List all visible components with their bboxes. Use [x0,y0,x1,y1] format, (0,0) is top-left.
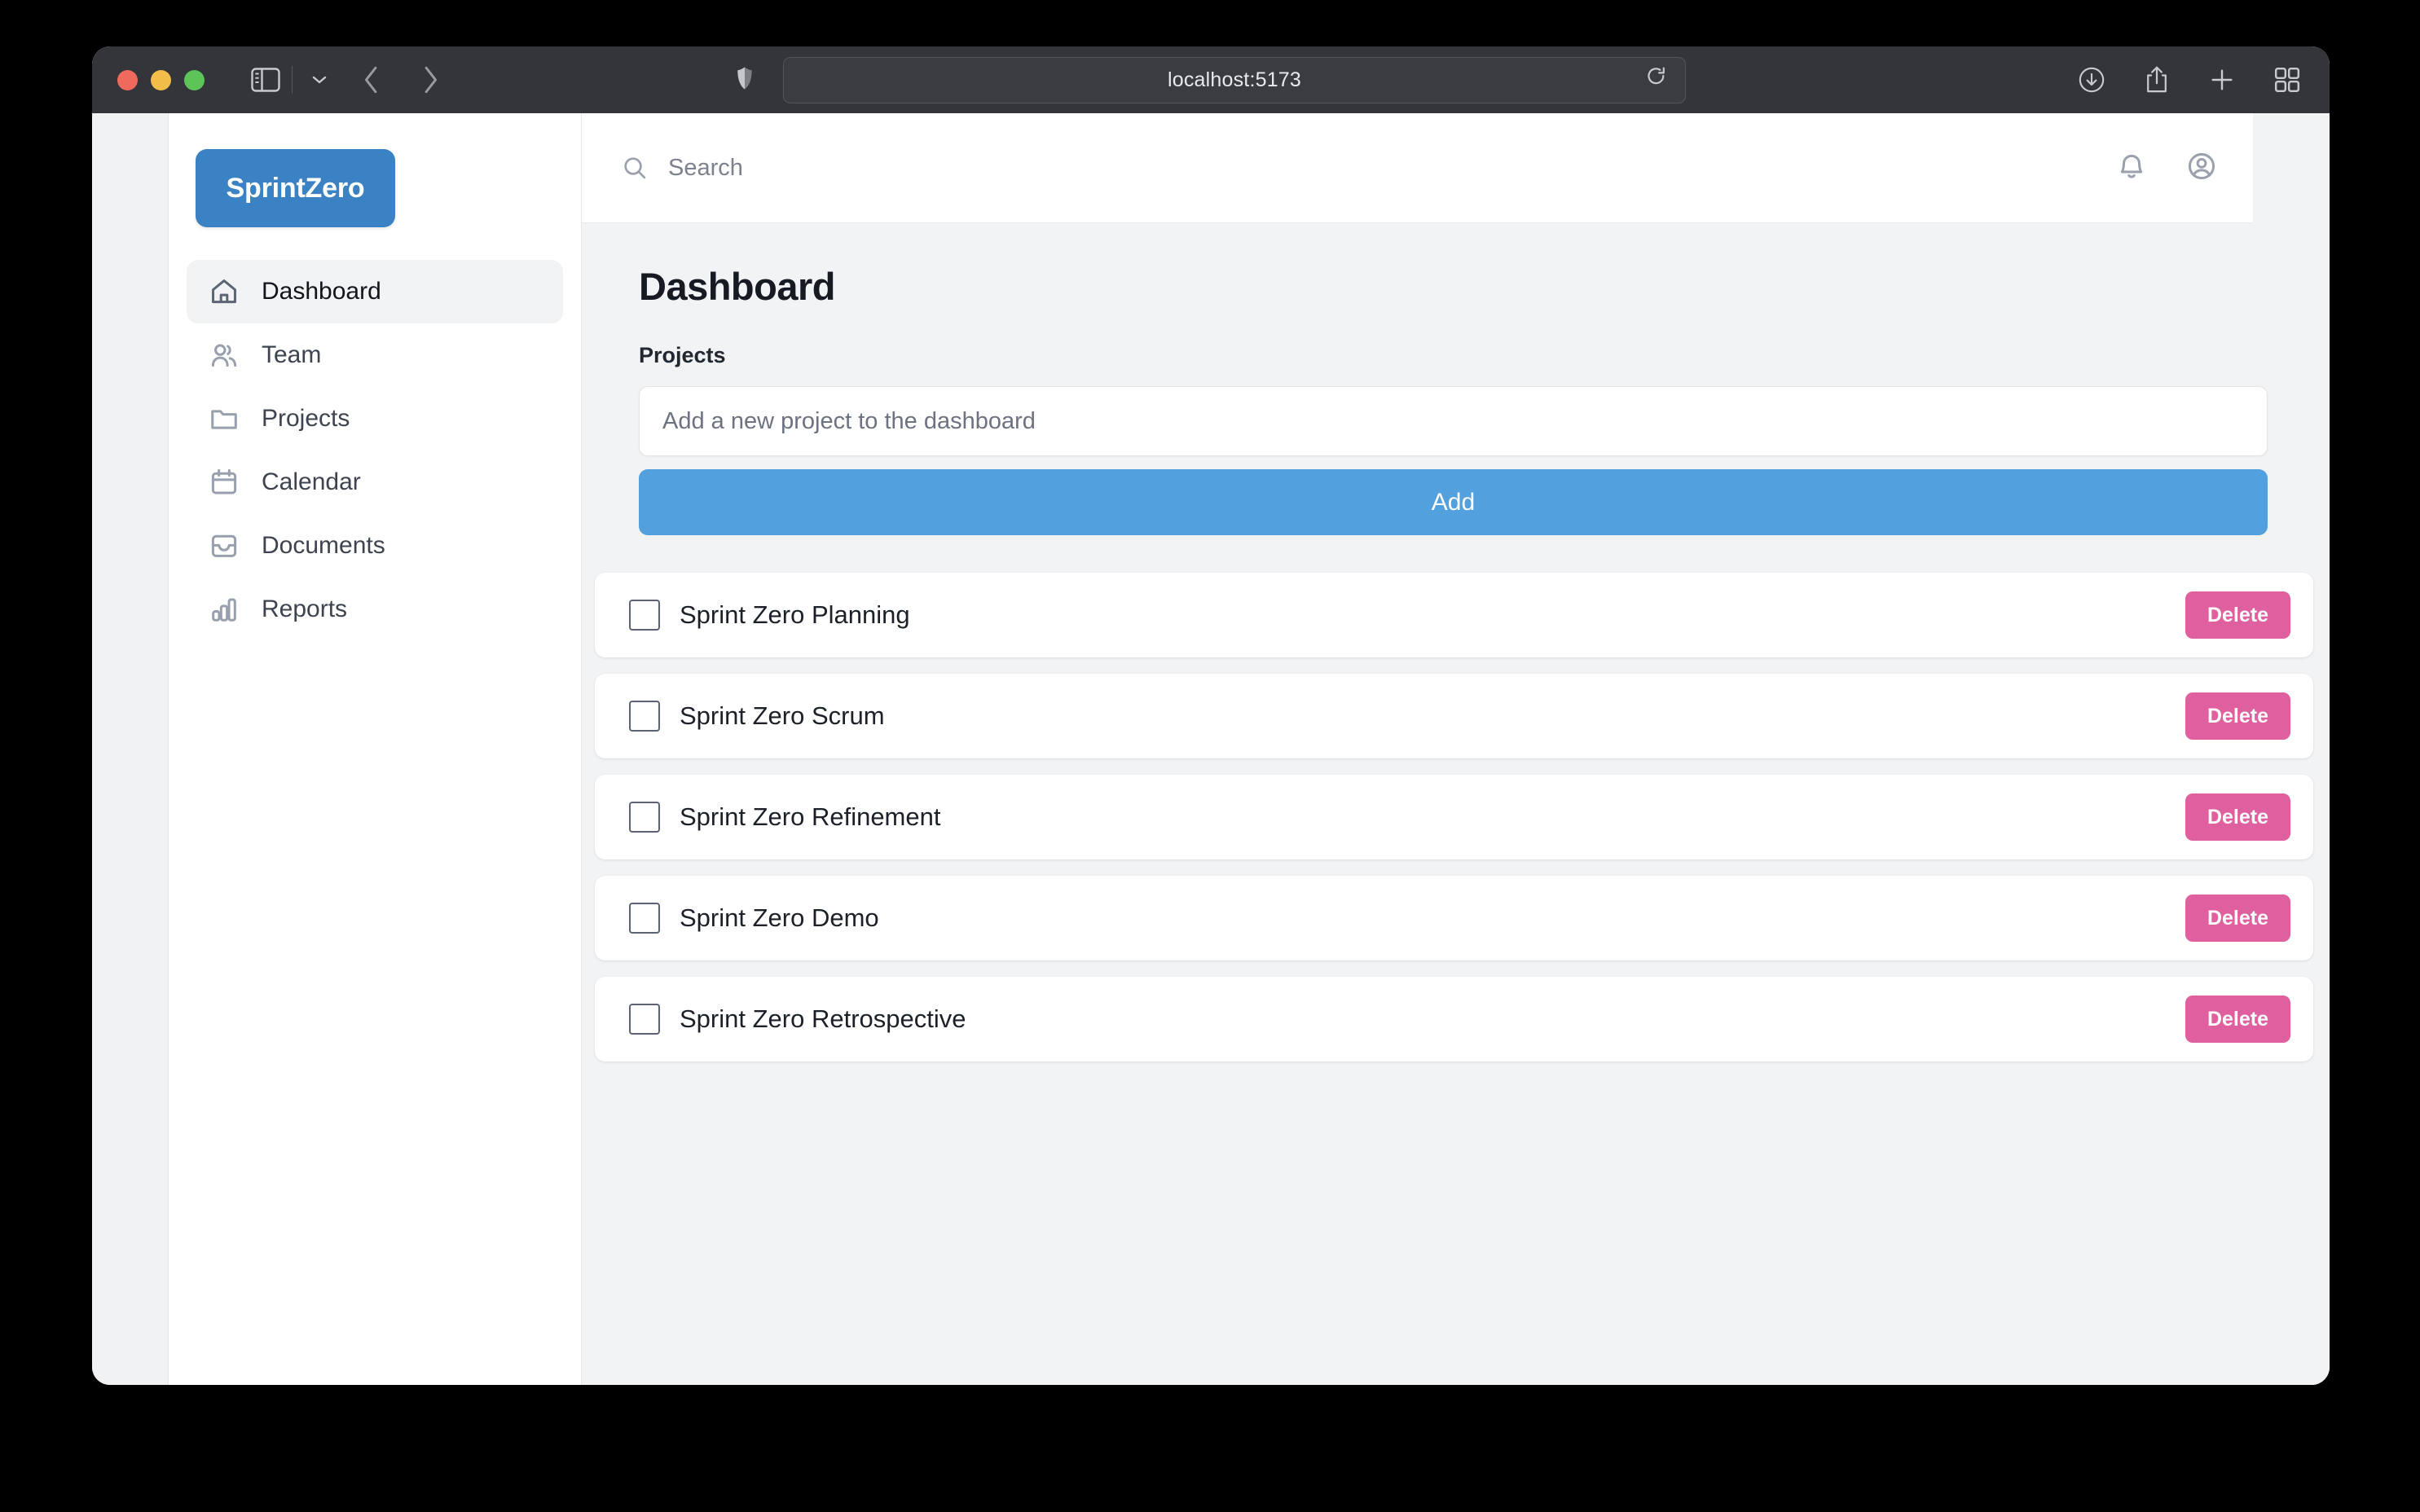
sidebar-item-reports[interactable]: Reports [187,578,563,641]
row-content: Sprint Zero Demo [629,903,2185,934]
forward-icon[interactable] [421,65,439,94]
chevron-down-icon[interactable] [310,74,328,86]
minimize-window-button[interactable] [151,69,171,90]
app-logo[interactable]: SprintZero [196,149,395,227]
close-window-button[interactable] [117,69,138,90]
sidebar-item-team[interactable]: Team [187,323,563,387]
browser-content: SprintZero Dashboard Team Projects Calen… [92,113,2330,1385]
row-content: Sprint Zero Retrospective [629,1004,2185,1035]
toolbar-actions [2078,65,2300,94]
add-project-button[interactable]: Add [639,469,2268,535]
project-list: Sprint Zero Planning Delete Sprint Zero … [588,573,2330,1061]
share-icon[interactable] [2144,65,2170,94]
project-name: Sprint Zero Refinement [680,802,941,831]
sidebar-toggle-icon[interactable] [251,68,280,92]
row-content: Sprint Zero Scrum [629,701,2185,732]
window-controls [117,69,205,90]
bar-chart-icon [209,594,240,625]
project-name: Sprint Zero Demo [680,903,879,932]
home-icon [209,276,240,307]
header-actions [2116,151,2217,186]
project-name: Sprint Zero Planning [680,600,910,629]
app-logo-text: SprintZero [226,172,365,204]
sidebar-item-label: Dashboard [262,278,381,305]
table-row[interactable]: Sprint Zero Scrum Delete [595,674,2313,758]
address-bar-area: localhost:5173 [736,56,1686,103]
main-area: Dashboard Projects Add Sprint Zero Plann… [582,113,2330,1385]
table-row[interactable]: Sprint Zero Demo Delete [595,876,2313,960]
sidebar-item-projects[interactable]: Projects [187,387,563,451]
users-icon [209,340,240,371]
projects-label: Projects [639,343,726,367]
url-text: localhost:5173 [1167,68,1302,91]
back-icon[interactable] [363,65,381,94]
delete-button[interactable]: Delete [2185,996,2290,1043]
row-content: Sprint Zero Refinement [629,802,2185,833]
table-row[interactable]: Sprint Zero Refinement Delete [595,775,2313,859]
new-tab-icon[interactable] [2208,66,2236,94]
project-name: Sprint Zero Retrospective [680,1004,966,1033]
browser-sidebar [92,113,169,1385]
downloads-icon[interactable] [2078,66,2105,94]
project-name: Sprint Zero Scrum [680,701,885,730]
sidebar-item-dashboard[interactable]: Dashboard [187,260,563,323]
user-circle-icon[interactable] [2186,151,2217,186]
sidebar-item-label: Reports [262,596,348,622]
reload-icon[interactable] [1646,67,1667,94]
app-sidebar: SprintZero Dashboard Team Projects Calen… [169,113,582,1385]
delete-button[interactable]: Delete [2185,591,2290,639]
search-input[interactable] [668,154,994,182]
project-checkbox[interactable] [629,701,660,732]
table-row[interactable]: Sprint Zero Retrospective Delete [595,977,2313,1061]
row-content: Sprint Zero Planning [629,600,2185,631]
sidebar-item-label: Projects [262,405,350,432]
page-title: Dashboard [639,265,836,308]
browser-toolbar: localhost:5173 [92,46,2330,113]
folder-icon [209,403,240,434]
project-checkbox[interactable] [629,1004,660,1035]
zoom-window-button[interactable] [184,69,205,90]
sidebar-nav: Dashboard Team Projects Calendar Documen… [187,260,563,641]
project-checkbox[interactable] [629,600,660,631]
project-checkbox[interactable] [629,903,660,934]
delete-button[interactable]: Delete [2185,692,2290,740]
project-checkbox[interactable] [629,802,660,833]
delete-button[interactable]: Delete [2185,894,2290,942]
address-bar[interactable]: localhost:5173 [783,56,1686,103]
search-box[interactable] [621,154,2116,182]
sidebar-item-label: Documents [262,532,385,559]
sidebar-item-label: Team [262,341,322,368]
toolbar-divider [292,66,293,94]
browser-window: localhost:5173 SprintZero Dashboard Team… [92,46,2330,1385]
table-row[interactable]: Sprint Zero Planning Delete [595,573,2313,657]
web-page: SprintZero Dashboard Team Projects Calen… [169,113,2330,1385]
sidebar-item-label: Calendar [262,468,361,495]
new-project-input[interactable] [639,386,2268,456]
add-project-form: Projects Add [639,343,2268,535]
dashboard-content: Dashboard Projects Add Sprint Zero Plann… [582,223,2330,1385]
inbox-icon [209,530,240,561]
tab-overview-icon[interactable] [2274,67,2300,93]
app-header [582,113,2253,223]
calendar-icon [209,467,240,498]
sidebar-item-calendar[interactable]: Calendar [187,451,563,514]
bell-icon[interactable] [2116,151,2147,186]
delete-button[interactable]: Delete [2185,793,2290,841]
search-icon [621,154,649,182]
sidebar-item-documents[interactable]: Documents [187,514,563,578]
shield-icon[interactable] [736,66,754,94]
